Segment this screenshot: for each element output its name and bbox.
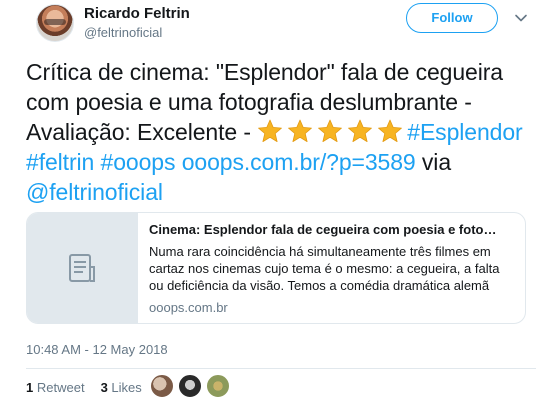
likes-stat[interactable]: 3 Likes [101,380,150,395]
card-domain: ooops.com.br [149,300,228,315]
link-card[interactable]: Cinema: Esplendor fala de cegueira com p… [26,212,526,324]
star-icon [318,119,343,142]
follow-button[interactable]: Follow [406,3,498,33]
tweet-text: Crítica de cinema: "Esplendor" fala de c… [26,57,536,207]
tweet-timestamp[interactable]: 10:48 AM - 12 May 2018 [26,342,168,357]
star-emoji-group [257,119,407,145]
tweet-link[interactable]: ooops.com.br/?p=3589 [182,149,416,175]
star-icon [258,119,283,142]
card-thumbnail [27,213,138,323]
star-icon [378,119,403,142]
author-avatar[interactable] [36,4,74,42]
liker-avatar[interactable] [178,374,202,398]
star-icon [288,119,313,142]
tweet-header: Ricardo Feltrin @feltrinoficial Follow [26,0,542,44]
retweets-stat[interactable]: 1 Retweet [26,380,93,395]
divider [26,368,536,369]
mention-link[interactable]: @feltrinoficial [26,179,163,205]
via-label: via [421,149,452,175]
card-body: Cinema: Esplendor fala de cegueira com p… [138,213,514,323]
star-icon [348,119,373,142]
author-name[interactable]: Ricardo Feltrin [84,5,190,22]
author-handle[interactable]: @feltrinoficial [84,25,162,40]
tweet-stats: 1 Retweet 3 Likes [26,380,158,395]
liker-avatar[interactable] [206,374,230,398]
card-title: Cinema: Esplendor fala de cegueira com p… [149,222,502,237]
card-description: Numa rara coincidência há simultaneament… [149,244,500,293]
document-icon [69,254,95,282]
liker-avatar[interactable] [150,374,174,398]
chevron-down-icon[interactable] [514,11,528,25]
